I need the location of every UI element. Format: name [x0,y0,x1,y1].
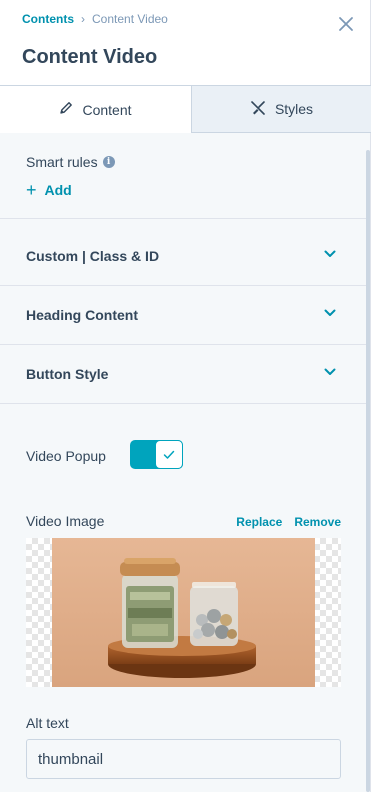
page-title: Content Video [22,46,158,68]
divider [0,218,366,219]
chevron-down-icon [324,309,336,316]
chevron-down-icon [324,368,336,375]
remove-image-button[interactable]: Remove [294,515,341,529]
section-heading-content[interactable]: Heading Content [0,285,366,343]
add-smart-rule-button[interactable]: + Add [26,181,72,199]
video-popup-label: Video Popup [26,448,106,464]
chevron-down-icon [324,250,336,257]
close-icon[interactable] [336,14,356,34]
section-label: Heading Content [26,307,138,323]
breadcrumb-separator-icon: › [81,12,85,26]
video-image-actions: Replace Remove [236,515,341,529]
pencil-icon [59,101,73,118]
add-smart-rule-label: Add [44,182,72,198]
breadcrumb-current: Content Video [92,12,168,26]
section-label: Custom | Class & ID [26,248,160,264]
scrollbar[interactable] [366,150,370,792]
section-button-style[interactable]: Button Style [0,344,366,402]
tab-styles[interactable]: Styles [192,86,371,133]
tab-content-label: Content [82,101,132,118]
tab-bar: Content Styles [0,85,371,133]
smart-rules-heading: Smart rules i [26,154,115,170]
replace-image-button[interactable]: Replace [236,515,282,529]
check-icon [163,450,175,459]
tab-styles-label: Styles [274,101,314,117]
section-label: Button Style [26,366,109,382]
panel-header: Contents › Content Video Content Video [0,0,371,85]
video-image-preview[interactable] [26,538,341,687]
brush-icon [250,100,266,119]
thumbnail-photo [52,538,315,687]
smart-rules-label: Smart rules [26,154,98,170]
breadcrumb: Contents › Content Video [22,12,168,26]
video-image-label: Video Image [26,513,105,529]
alt-text-label: Alt text [26,715,69,731]
section-custom-class-id[interactable]: Custom | Class & ID [0,226,366,284]
video-popup-toggle[interactable] [130,440,183,469]
alt-text-input[interactable] [26,739,341,779]
plus-icon: + [26,180,37,200]
toggle-knob [155,440,183,469]
tab-content[interactable]: Content [0,86,192,133]
breadcrumb-link-contents[interactable]: Contents [22,12,74,26]
info-icon[interactable]: i [102,156,115,168]
divider [0,403,366,404]
